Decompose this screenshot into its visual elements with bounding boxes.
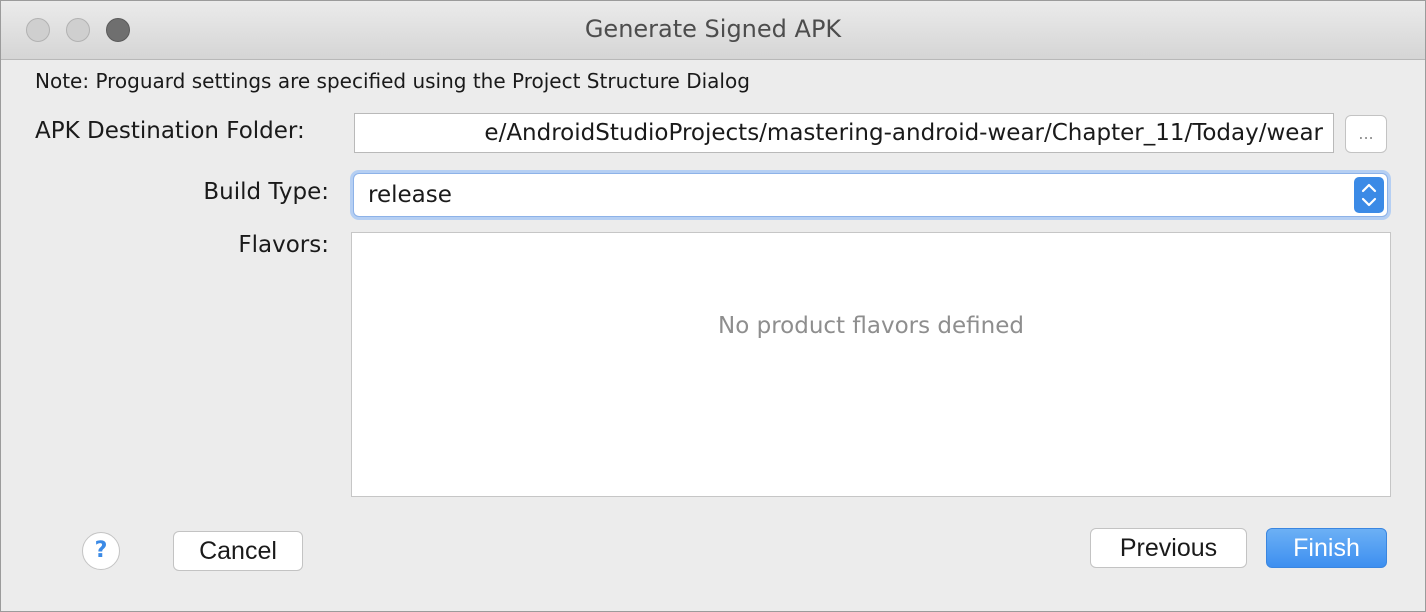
generate-signed-apk-dialog: Generate Signed APK Note: Proguard setti… <box>0 0 1426 612</box>
window-title: Generate Signed APK <box>584 15 842 43</box>
proguard-note: Note: Proguard settings are specified us… <box>35 69 750 93</box>
build-type-value: release <box>368 182 452 208</box>
flavors-empty-message: No product flavors defined <box>718 313 1024 339</box>
previous-button[interactable]: Previous <box>1090 528 1247 568</box>
browse-folder-button[interactable]: ... <box>1345 115 1387 153</box>
chevron-up-down-icon <box>1354 177 1384 213</box>
flavors-list[interactable]: No product flavors defined <box>351 232 1391 497</box>
help-button[interactable]: ? <box>82 532 120 570</box>
destination-label: APK Destination Folder: <box>35 118 305 144</box>
finish-button[interactable]: Finish <box>1266 528 1387 568</box>
title-bar[interactable]: Generate Signed APK <box>1 1 1425 60</box>
build-type-label: Build Type: <box>203 179 329 205</box>
destination-folder-input[interactable]: e/AndroidStudioProjects/mastering-androi… <box>354 113 1334 153</box>
flavors-label: Flavors: <box>238 232 329 258</box>
build-type-select[interactable]: release <box>353 173 1388 217</box>
cancel-button[interactable]: Cancel <box>173 531 303 571</box>
